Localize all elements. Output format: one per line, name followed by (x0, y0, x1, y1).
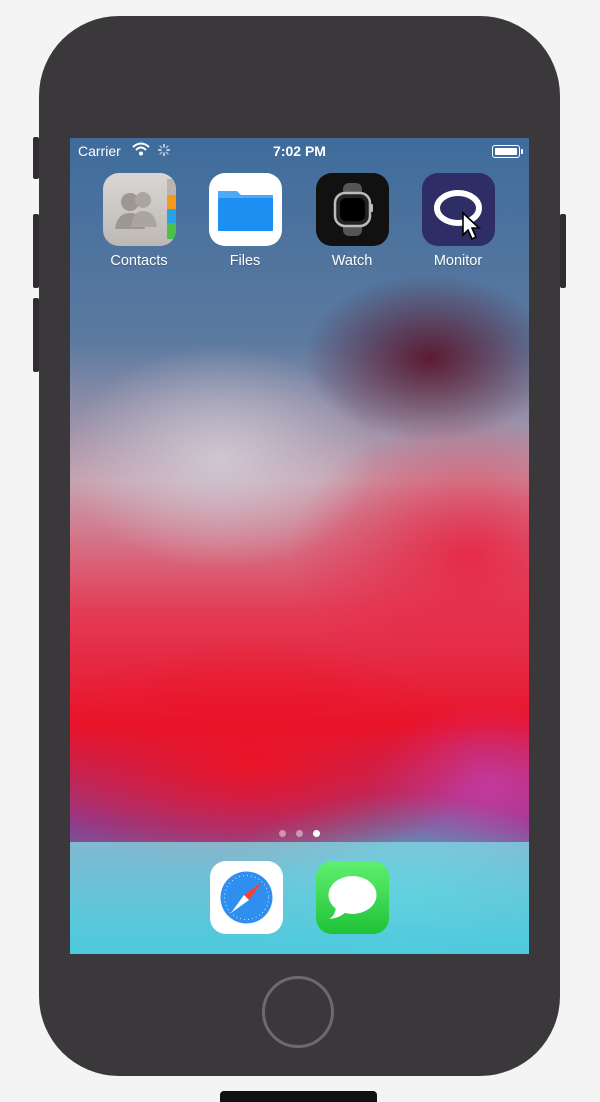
status-time: 7:02 PM (273, 143, 326, 159)
volume-up-button (33, 214, 39, 288)
monitor-ring-icon (421, 173, 495, 246)
app-label-contacts: Contacts (110, 253, 168, 269)
app-label-files: Files (229, 253, 261, 269)
messages-bubble-icon (328, 876, 377, 919)
battery-icon (492, 145, 523, 158)
page-dot-1[interactable] (279, 830, 286, 837)
app-files[interactable]: Files (200, 173, 290, 269)
safari-compass-icon (218, 869, 275, 926)
files-folder-icon (208, 173, 282, 246)
watch-icon (315, 173, 389, 246)
home-button[interactable] (262, 976, 334, 1048)
app-monitor[interactable]: Monitor (413, 173, 503, 269)
dock-app-messages[interactable] (316, 861, 389, 934)
power-button (560, 214, 566, 288)
home-screen: Carrier 7:02 PM Contacts Files Watch Mon… (70, 138, 529, 954)
dock-app-safari[interactable] (210, 861, 283, 934)
contacts-icon (102, 173, 176, 246)
app-label-monitor: Monitor (433, 253, 483, 269)
volume-down-button (33, 298, 39, 372)
mute-switch (33, 137, 39, 179)
page-dot-3[interactable] (313, 830, 320, 837)
bottom-edge-bar (220, 1091, 377, 1102)
app-contacts[interactable]: Contacts (94, 173, 184, 269)
app-label-watch: Watch (331, 253, 373, 269)
page-indicator[interactable] (70, 824, 529, 842)
status-bar: Carrier 7:02 PM (70, 138, 529, 164)
app-watch[interactable]: Watch (307, 173, 397, 269)
page-dot-2[interactable] (296, 830, 303, 837)
dock (70, 842, 529, 954)
